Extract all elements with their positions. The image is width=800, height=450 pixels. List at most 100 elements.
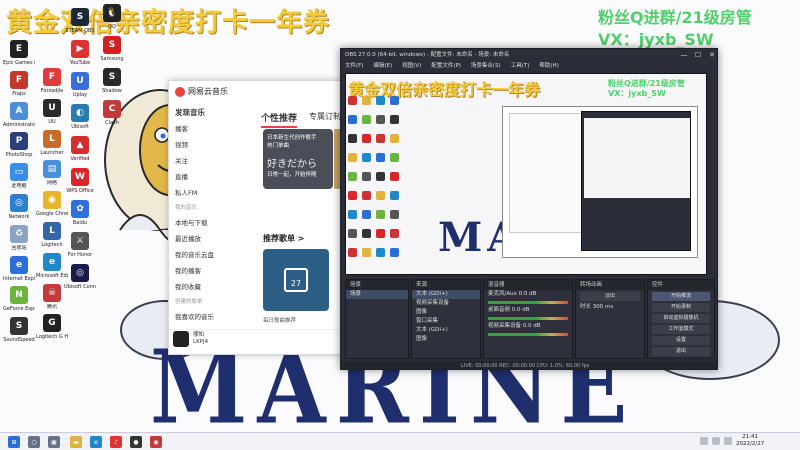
app-icon: ◐ (71, 104, 89, 122)
sidebar-item[interactable]: 我的收藏 (169, 279, 249, 295)
sidebar-item[interactable]: 发现音乐 (169, 105, 249, 121)
mixer-channel[interactable]: 麦克风/Aux 0.0 dB (484, 290, 572, 299)
close-icon[interactable]: ✕ (705, 49, 717, 61)
control-button[interactable]: 开始推流 (652, 292, 710, 301)
desktop-icon[interactable]: W WPS Office (64, 168, 96, 194)
control-button[interactable]: 工作室模式 (652, 325, 710, 334)
obs-titlebar[interactable]: OBS 27.0.0 (64-bit, windows) - 配置文件: 未命名… (341, 49, 717, 61)
desktop-icon[interactable]: C Clash (96, 100, 128, 126)
control-button[interactable]: 启动虚拟摄像机 (652, 314, 710, 323)
recommended-playlists-header[interactable]: 推荐歌单 > (263, 233, 305, 244)
sidebar-item[interactable]: 我的音乐云盘 (169, 247, 249, 263)
playlist-item[interactable]: 我喜欢的音乐 (169, 309, 249, 325)
source-item[interactable]: 图像 (412, 308, 480, 317)
menu-item[interactable]: 文件(F) (345, 61, 363, 71)
menu-item[interactable]: 编辑(E) (373, 61, 392, 71)
desktop-icon[interactable]: ◎ Network (3, 194, 35, 220)
tab[interactable]: 专属订制 (309, 111, 341, 128)
desktop-icon[interactable]: NGeForce Experience (3, 286, 35, 312)
desktop-icon[interactable]: ▶ YouTube (64, 40, 96, 66)
sidebar-item[interactable]: 直播 (169, 169, 249, 185)
maximize-icon[interactable]: ☐ (691, 49, 705, 61)
desktop-icon[interactable]: S SoundSpeed (3, 317, 35, 343)
control-button[interactable]: 开始录制 (652, 303, 710, 312)
desktop-icon[interactable]: P PhotoShop (3, 132, 35, 158)
volume-meter[interactable] (488, 301, 568, 304)
sidebar-item[interactable]: 本地与下载 (169, 215, 249, 231)
netease-music-icon[interactable]: ♪ (110, 436, 122, 448)
source-item[interactable]: 视频采集设备 (412, 299, 480, 308)
search-icon[interactable]: ○ (28, 436, 40, 448)
desktop-icon[interactable]: eInternet Explorer (3, 255, 35, 282)
netease-user[interactable]: 哪知 LKPJ4 (173, 331, 208, 347)
desktop-icon[interactable]: ✿ Baidu (64, 200, 96, 226)
minimize-icon[interactable]: — (677, 49, 691, 61)
mini-desktop-icon (390, 248, 399, 257)
volume-meter[interactable] (488, 333, 568, 336)
desktop-icon[interactable]: S STEAM OBS (64, 8, 96, 34)
app-icon: N (10, 286, 28, 305)
app-icon: ◎ (71, 264, 89, 282)
sidebar-item[interactable]: 关注 (169, 153, 249, 169)
edge-icon[interactable]: e (90, 436, 102, 448)
desktop-icon-label: For Honor (67, 252, 93, 258)
desktop-icon[interactable]: ▲ Verified (64, 136, 96, 162)
obs-icon[interactable]: ● (130, 436, 142, 448)
desktop-icon[interactable]: ⚔ For Honor (64, 232, 96, 258)
sidebar-item[interactable]: 播客 (169, 121, 249, 137)
sidebar-item[interactable]: 私人FM (169, 185, 249, 201)
taskbar-clock[interactable]: 21:41 2022/2/27 (736, 434, 764, 448)
menu-item[interactable]: 场景集合(S) (471, 61, 501, 71)
controls-dock: 控件 开始推流 开始录制 启动虚拟摄像机 工作室模式 设置 退出 (647, 279, 715, 359)
mini-desktop-icon (362, 172, 371, 181)
desktop-icon[interactable]: A Administrator (3, 101, 35, 128)
system-tray[interactable] (700, 437, 732, 445)
desktop-icon[interactable]: ◐ Ubisoft (64, 104, 96, 130)
desktop-icon[interactable]: F Fraps (3, 70, 35, 97)
control-button[interactable]: 设置 (652, 336, 710, 345)
transition-select[interactable]: 淡出 (580, 292, 640, 301)
obs-preview-canvas[interactable]: 黄金双倍亲密度打卡一年券 粉丝Q进群/21级房管 VX：jyxb_SW MARI… (345, 73, 707, 275)
task-view-icon[interactable]: ▣ (48, 436, 60, 448)
file-explorer-icon[interactable]: ▬ (70, 436, 82, 448)
menu-item[interactable]: 视图(V) (402, 61, 421, 71)
desktop-icon-label: QQ (108, 24, 116, 30)
tab[interactable]: 个性推荐 (261, 111, 298, 128)
desktop-icon[interactable]: S Samsung (96, 36, 128, 62)
daily-recommend-card[interactable]: 27 (263, 249, 329, 311)
scene-item[interactable]: 场景 (346, 290, 408, 299)
desktop-icon-label: PhotoShop (5, 152, 33, 159)
source-item[interactable]: 图像 (412, 335, 480, 344)
app-red-icon[interactable]: ◉ (150, 436, 162, 448)
desktop-icon[interactable]: E Epic Games Launcher (3, 40, 35, 66)
source-item[interactable]: 文本 (GDI+) (412, 326, 480, 335)
mixer-channel[interactable]: 视频采集设备 0.0 dB (484, 322, 572, 331)
volume-meter[interactable] (488, 317, 568, 320)
desktop-icon[interactable]: ▭ 此电脑 (3, 163, 35, 189)
control-button[interactable]: 退出 (652, 347, 710, 356)
windows-start-icon[interactable]: ⊞ (8, 436, 20, 448)
desktop-icon[interactable]: U Uplay (64, 72, 96, 98)
desktop-icon[interactable]: GLogitech G HUB (36, 314, 68, 340)
mini-desktop-icon (376, 115, 385, 124)
menu-item[interactable]: 工具(T) (511, 61, 530, 71)
obs-window[interactable]: OBS 27.0.0 (64-bit, windows) - 配置文件: 未命名… (340, 48, 718, 370)
source-item[interactable]: 文本 (GDI+) (412, 290, 480, 299)
mixer-channel[interactable]: 桌面音频 0.0 dB (484, 306, 572, 315)
desktop-icon[interactable]: ◎ Ubisoft Connect (64, 264, 96, 290)
desktop-icon[interactable]: ♻ 回收站 (3, 224, 35, 251)
desktop-icon[interactable]: 🐧 QQ (96, 4, 128, 30)
source-item[interactable]: 窗口采集 (412, 317, 480, 326)
sidebar-item[interactable]: 最近播放 (169, 231, 249, 247)
user-sub: LKPJ4 (193, 339, 209, 345)
menu-item[interactable]: 帮助(H) (539, 61, 558, 71)
duration-label: 时长 (580, 304, 592, 310)
desktop-icon[interactable]: S Shadow (96, 68, 128, 94)
duration-value[interactable]: 300 ms (593, 304, 613, 310)
sidebar-item[interactable]: 我的播客 (169, 263, 249, 279)
netease-banner[interactable]: 日本新生代创作歌手 热门单曲 好きだから 日常一起，开始伴随 (263, 129, 333, 189)
sidebar-item[interactable]: 视频 (169, 137, 249, 153)
menu-item[interactable]: 配置文件(P) (431, 61, 461, 71)
mini-desktop-icon (348, 172, 357, 181)
desktop-icon-label: Shadow (102, 88, 122, 94)
